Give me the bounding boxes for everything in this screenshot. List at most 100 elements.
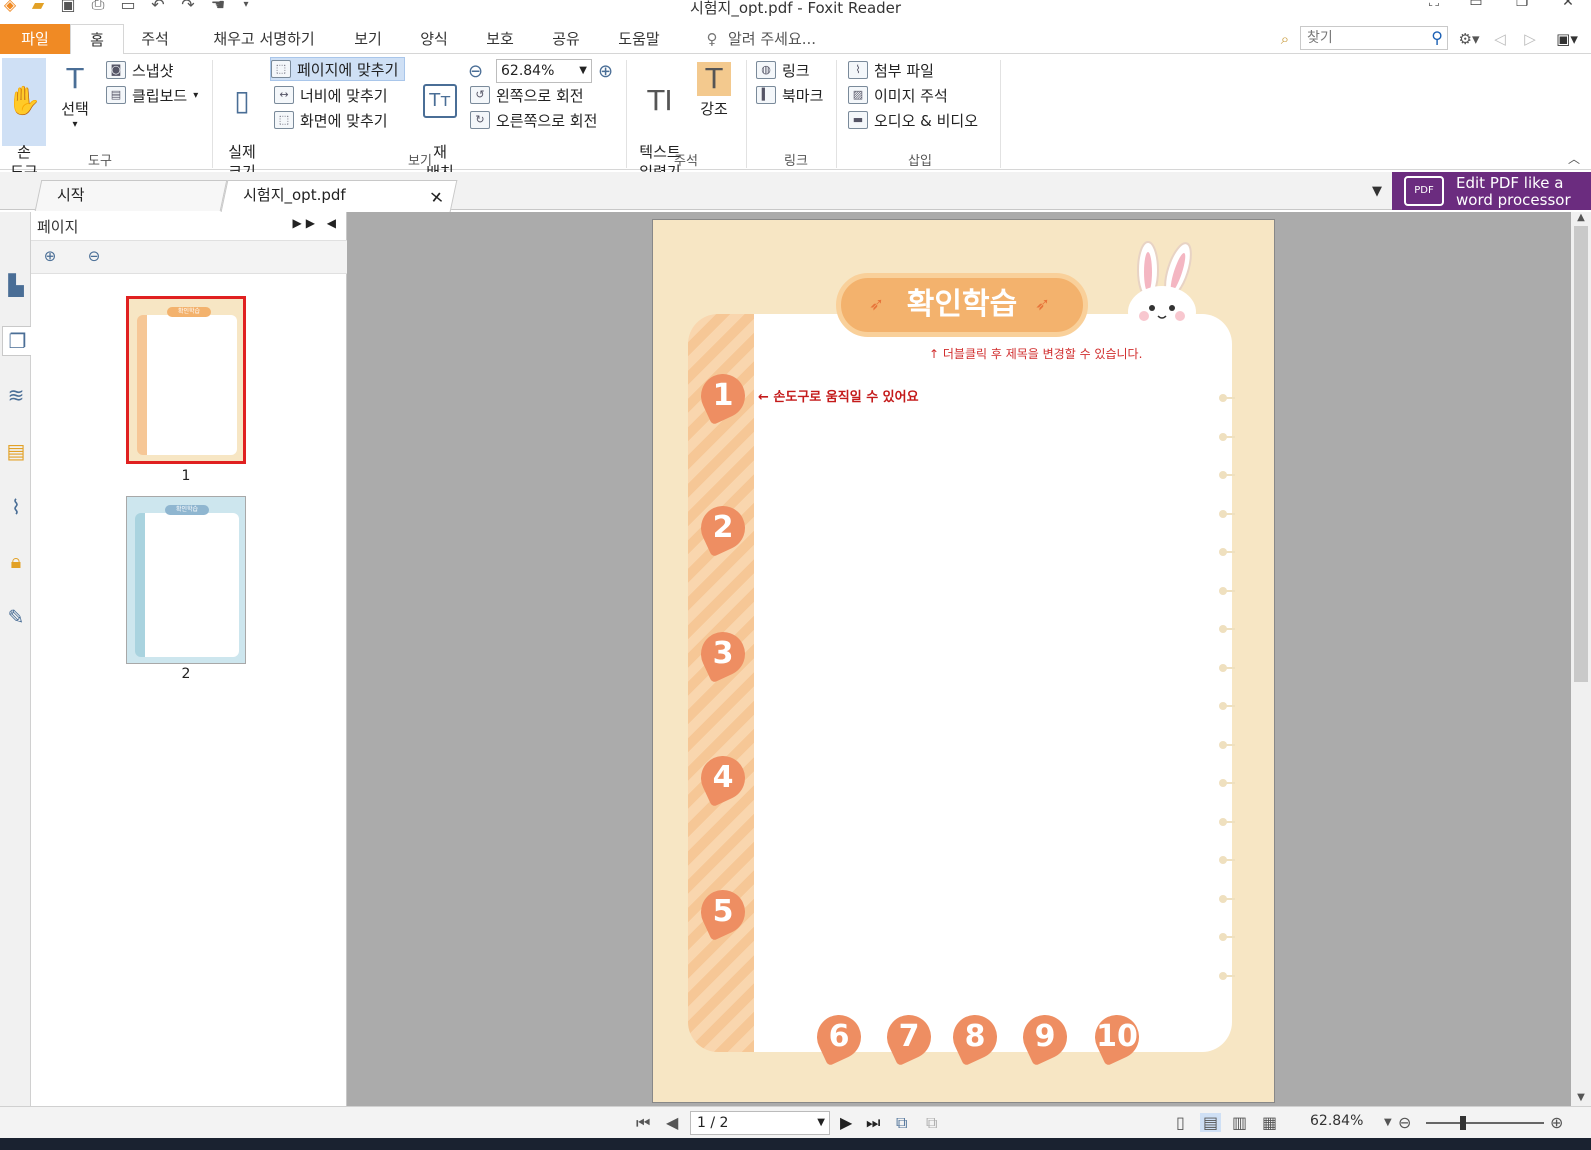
- binder-ring: [1219, 548, 1235, 556]
- zoom-value: 62.84%: [501, 63, 555, 79]
- next-page-icon[interactable]: ▶: [840, 1113, 852, 1132]
- search-folder-icon[interactable]: ⌕: [1274, 24, 1296, 54]
- previous-view-icon[interactable]: ⧉: [896, 1113, 907, 1133]
- tab-start-label: 시작: [57, 186, 85, 204]
- fit-page-button[interactable]: ⬚ 페이지에 맞추기: [270, 57, 406, 81]
- status-zoom-out-icon[interactable]: ⊖: [1398, 1113, 1411, 1132]
- zoom-out-icon[interactable]: ⊖: [468, 59, 483, 83]
- rotate-left-button[interactable]: ↺ 왼쪽으로 회전: [470, 83, 584, 107]
- highlight-button[interactable]: T 강조: [692, 58, 736, 146]
- thumbnail-title-pill: 확인학습: [167, 307, 211, 317]
- scrollbar-thumb[interactable]: [1574, 226, 1588, 682]
- tab-start[interactable]: 시작: [34, 180, 228, 211]
- tab-comment[interactable]: 주석: [130, 24, 180, 54]
- carrot-right-icon: ➶: [1035, 294, 1051, 315]
- panel-collapse-controls[interactable]: ▶▶ ◀: [293, 216, 341, 230]
- app-title: 시험지_opt.pdf - Foxit Reader: [689, 0, 902, 17]
- security-lock-icon[interactable]: 🔒︎: [3, 546, 29, 576]
- tell-me-box[interactable]: 알려 주세요...: [728, 24, 828, 54]
- prev-search-icon[interactable]: ◁: [1490, 24, 1510, 54]
- zoom-dropdown-icon[interactable]: ▼: [579, 60, 587, 82]
- previous-page-icon[interactable]: ◀: [666, 1113, 678, 1132]
- link-button[interactable]: ◍ 링크: [756, 58, 810, 82]
- layers-panel-icon[interactable]: ≋: [3, 380, 29, 410]
- first-page-icon[interactable]: ⏮: [636, 1113, 650, 1133]
- rotate-right-button[interactable]: ↻ 오른쪽으로 회전: [470, 108, 597, 132]
- zoom-in-icon[interactable]: ⊕: [598, 59, 613, 83]
- bookmarks-panel-icon[interactable]: ▙: [3, 270, 29, 300]
- attachments-panel-icon[interactable]: ⌇: [3, 492, 29, 522]
- clipboard-button[interactable]: ▤ 클립보드 ▾: [106, 83, 198, 107]
- question-number-5: 5: [693, 882, 753, 942]
- select-tool-button[interactable]: T 선택 ▾: [52, 58, 98, 146]
- binder-ring: [1219, 702, 1235, 710]
- page-dropdown-icon[interactable]: ▼: [817, 1112, 825, 1134]
- tab-help[interactable]: 도움말: [606, 24, 672, 54]
- scroll-down-arrow-icon[interactable]: ▼: [1571, 1092, 1591, 1103]
- status-zoom-dropdown-icon[interactable]: ▼: [1384, 1117, 1392, 1128]
- zoom-slider[interactable]: [1426, 1116, 1544, 1130]
- reduce-thumbnail-icon[interactable]: ⊖: [83, 247, 105, 269]
- tab-current-document[interactable]: 시험지_opt.pdf: [220, 180, 458, 212]
- question-number-label: 3: [712, 636, 734, 671]
- page-thumbnail-2[interactable]: 확인학습: [126, 496, 246, 664]
- collapse-ribbon-icon[interactable]: ︿: [1568, 150, 1580, 167]
- status-zoom-in-icon[interactable]: ⊕: [1550, 1113, 1563, 1132]
- pages-panel-icon[interactable]: ❐: [2, 326, 32, 356]
- hand-tool-button[interactable]: ✋ 손 도구: [2, 58, 46, 181]
- snapshot-button[interactable]: ◙ 스냅샷: [106, 58, 173, 82]
- search-icon[interactable]: ⚲: [1431, 27, 1443, 49]
- enlarge-thumbnail-icon[interactable]: ⊕: [39, 247, 61, 269]
- comments-panel-icon[interactable]: ▤: [3, 436, 29, 466]
- search-input[interactable]: 찾기 ⚲: [1300, 26, 1448, 50]
- group-label-insert: 삽입: [908, 154, 932, 169]
- facing-pages-icon[interactable]: ▥: [1232, 1113, 1247, 1132]
- continuous-page-icon[interactable]: ▤: [1200, 1113, 1222, 1132]
- continuous-facing-icon[interactable]: ▦: [1262, 1113, 1277, 1132]
- page-thumbnail-1[interactable]: 확인학습: [126, 296, 246, 464]
- settings-gear-icon[interactable]: ⚙▾: [1454, 24, 1484, 54]
- page-number-input[interactable]: 1 / 2 ▼: [690, 1111, 830, 1135]
- binder-ring: [1219, 894, 1235, 903]
- thumbnail-label-1: 1: [181, 468, 191, 484]
- rotate-left-label: 왼쪽으로 회전: [496, 86, 584, 105]
- vertical-scrollbar[interactable]: ▲ ▼: [1571, 212, 1591, 1106]
- next-search-icon[interactable]: ▷: [1520, 24, 1540, 54]
- group-label-comment: 주석: [674, 154, 698, 169]
- scroll-up-arrow-icon[interactable]: ▲: [1571, 212, 1591, 223]
- actual-size-button[interactable]: ▯ 실제 크기: [220, 58, 264, 182]
- tab-protect[interactable]: 보호: [474, 24, 526, 54]
- bookmark-button[interactable]: ▍ 북마크: [756, 83, 823, 107]
- signature-panel-icon[interactable]: ✎: [3, 602, 29, 632]
- user-account-icon[interactable]: ▣▾: [1550, 24, 1584, 54]
- zoom-combobox[interactable]: 62.84% ▼: [496, 59, 592, 83]
- single-page-icon[interactable]: ▯: [1176, 1113, 1185, 1132]
- binder-ring: [1219, 779, 1235, 787]
- fit-width-button[interactable]: ↔ 너비에 맞추기: [274, 83, 388, 107]
- typewriter-button[interactable]: TI 텍스트 입력기: [632, 58, 688, 182]
- maximize-button[interactable]: ❐: [1508, 0, 1536, 14]
- edit-pdf-ad-banner[interactable]: PDF Edit PDF like a word processor: [1392, 172, 1591, 210]
- link-label: 링크: [782, 61, 810, 80]
- last-page-icon[interactable]: ⏭: [866, 1113, 880, 1133]
- tab-share[interactable]: 공유: [540, 24, 592, 54]
- image-annotation-button[interactable]: ▨ 이미지 주석: [848, 83, 948, 107]
- os-taskbar: [0, 1138, 1591, 1150]
- fit-visible-button[interactable]: ⬚ 화면에 맞추기: [274, 108, 388, 132]
- close-window-button[interactable]: ✕: [1554, 0, 1582, 14]
- minimize-button[interactable]: ▭: [1462, 0, 1490, 14]
- tab-fill-sign[interactable]: 채우고 서명하기: [200, 24, 328, 54]
- reflow-button[interactable]: Tт 재 배치: [418, 58, 462, 181]
- tabs-dropdown-icon[interactable]: ▼: [1372, 184, 1382, 199]
- attach-file-button[interactable]: ⌇ 첨부 파일: [848, 58, 934, 82]
- zoom-slider-knob[interactable]: [1460, 1116, 1466, 1130]
- tab-view[interactable]: 보기: [342, 24, 394, 54]
- restore-ribbon-icon[interactable]: ⛶: [1420, 0, 1448, 14]
- globe-link-icon: ◍: [756, 61, 776, 79]
- tab-home[interactable]: 홈: [70, 24, 124, 55]
- tab-file[interactable]: 파일: [0, 24, 70, 54]
- audio-video-button[interactable]: ▬ 오디오 & 비디오: [848, 108, 978, 132]
- next-view-icon[interactable]: ⧉: [926, 1113, 937, 1133]
- tab-form[interactable]: 양식: [408, 24, 460, 54]
- title-banner[interactable]: 확인학습 ➶ ➶: [836, 273, 1088, 337]
